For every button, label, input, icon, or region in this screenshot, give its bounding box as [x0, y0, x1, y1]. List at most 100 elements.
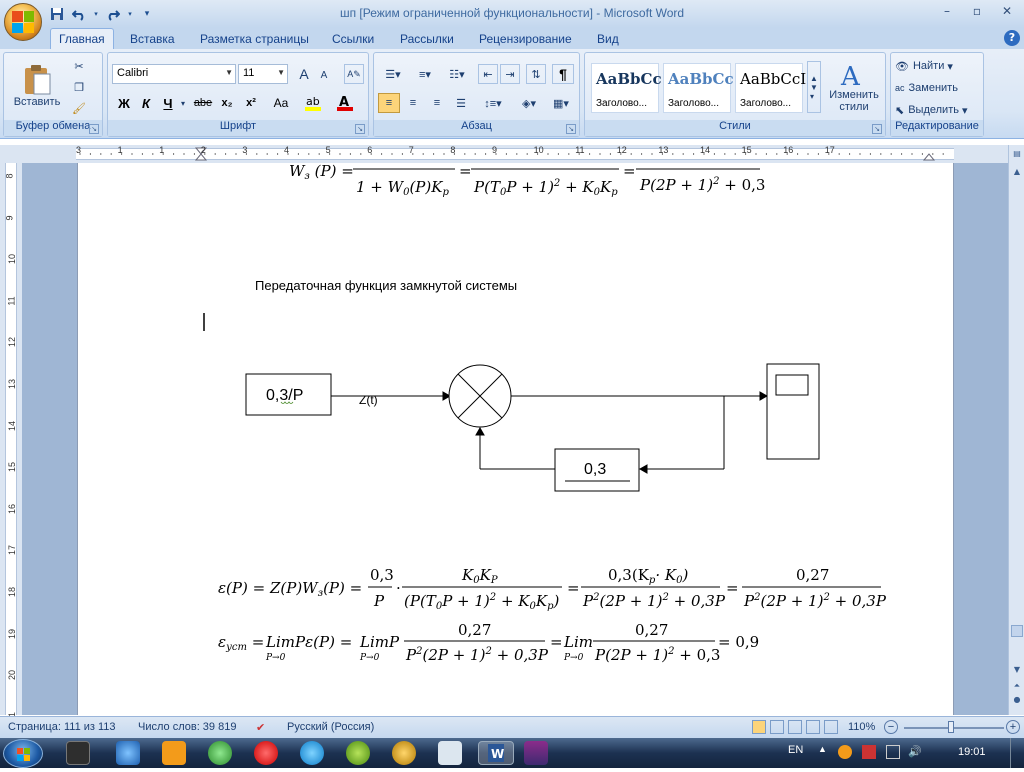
- tab-mailings[interactable]: Рассылки: [392, 30, 462, 49]
- redo-dropdown-icon[interactable]: ▾: [126, 5, 134, 23]
- scroll-up-icon[interactable]: ▲: [1011, 167, 1023, 179]
- restore-icon[interactable]: ▫: [962, 0, 992, 22]
- style-tile-heading1[interactable]: AaBbCc Заголово...: [591, 63, 662, 113]
- undo-icon[interactable]: [70, 5, 88, 23]
- tab-review[interactable]: Рецензирование: [471, 30, 580, 49]
- clear-format-icon[interactable]: A✎: [344, 64, 364, 84]
- vertical-scrollbar[interactable]: ▤ ▲ ▼ ⏶ ●: [1008, 145, 1024, 715]
- save-icon[interactable]: [48, 5, 66, 23]
- minimize-icon[interactable]: –: [932, 0, 962, 22]
- copy-icon[interactable]: ❐: [70, 78, 88, 96]
- ruler-toggle-icon[interactable]: ▤: [1011, 149, 1023, 161]
- font-name-select[interactable]: Calibri ▼: [112, 64, 236, 84]
- horizontal-ruler[interactable]: 3 1 1 2 3 4 5 6 7 8 9 10 11 12 13 14 15 16 17: [0, 145, 1024, 163]
- customize-qat-icon[interactable]: ▾: [138, 5, 156, 23]
- italic-button[interactable]: К: [136, 93, 156, 113]
- opera-icon[interactable]: [254, 741, 278, 765]
- page-count[interactable]: Страница: 111 из 113: [8, 721, 116, 733]
- replace-button[interactable]: ac Заменить: [895, 79, 981, 97]
- skype-icon[interactable]: [300, 741, 324, 765]
- select-browse-object-icon[interactable]: ●: [1011, 695, 1023, 707]
- calculator-icon[interactable]: [438, 741, 462, 765]
- word-taskbar-icon[interactable]: W: [478, 741, 514, 765]
- full-screen-reading-icon[interactable]: [770, 720, 784, 734]
- tray-app-icon[interactable]: [838, 745, 852, 759]
- language-indicator[interactable]: EN: [788, 744, 803, 756]
- zoom-out-icon[interactable]: −: [884, 720, 898, 734]
- media-player-icon[interactable]: [162, 741, 186, 765]
- highlight-icon[interactable]: ab: [302, 91, 324, 113]
- increase-indent-icon[interactable]: ⇥: [500, 64, 520, 84]
- tab-home[interactable]: Главная: [50, 28, 114, 49]
- network-icon[interactable]: [886, 745, 900, 759]
- align-left-icon[interactable]: ≡: [378, 93, 400, 113]
- superscript-button[interactable]: x²: [240, 93, 262, 113]
- strikethrough-button[interactable]: abe: [192, 93, 214, 113]
- zoom-slider-thumb[interactable]: [948, 721, 954, 733]
- volume-icon[interactable]: 🔊: [908, 745, 922, 759]
- tab-view[interactable]: Вид: [589, 30, 627, 49]
- tab-references[interactable]: Ссылки: [324, 30, 382, 49]
- tray-flag-icon[interactable]: [862, 745, 876, 759]
- zoom-in-icon[interactable]: +: [1006, 720, 1020, 734]
- paste-button[interactable]: Вставить: [14, 57, 60, 115]
- language-status[interactable]: Русский (Россия): [287, 721, 374, 733]
- underline-dropdown-icon[interactable]: ▾: [178, 95, 188, 111]
- select-button[interactable]: ⬉ Выделить ▾: [895, 101, 981, 119]
- decrease-indent-icon[interactable]: ⇤: [478, 64, 498, 84]
- align-center-icon[interactable]: ≡: [402, 93, 424, 113]
- tray-expand-icon[interactable]: ▲: [818, 744, 827, 754]
- zoom-level[interactable]: 110%: [848, 721, 875, 733]
- show-desktop-icon[interactable]: [66, 741, 90, 765]
- tab-page-layout[interactable]: Разметка страницы: [192, 30, 317, 49]
- outline-view-icon[interactable]: [806, 720, 820, 734]
- aimp-icon[interactable]: [392, 741, 416, 765]
- draft-view-icon[interactable]: [824, 720, 838, 734]
- font-launcher-icon[interactable]: ↘: [355, 124, 365, 134]
- help-icon[interactable]: ?: [1004, 30, 1020, 46]
- font-size-select[interactable]: 11 ▼: [238, 64, 288, 84]
- office-button[interactable]: [4, 3, 42, 41]
- show-desktop-button[interactable]: [1010, 738, 1024, 768]
- bold-button[interactable]: Ж: [114, 93, 134, 113]
- clipboard-launcher-icon[interactable]: ↘: [89, 124, 99, 134]
- zoom-slider[interactable]: [904, 727, 1004, 729]
- clock[interactable]: 19:01: [958, 746, 986, 758]
- utorrent-icon[interactable]: [208, 741, 232, 765]
- align-right-icon[interactable]: ≡: [426, 93, 448, 113]
- document-page[interactable]: Wз (P) = 1 + W0(P)Kp = P(T0P + 1)2 + K0K…: [77, 163, 954, 715]
- prev-page-icon[interactable]: ⏶: [1011, 681, 1023, 693]
- internet-explorer-icon[interactable]: [116, 741, 140, 765]
- sort-icon[interactable]: ⇅: [526, 64, 546, 84]
- tab-insert[interactable]: Вставка: [122, 30, 183, 49]
- winrar-icon[interactable]: [524, 741, 548, 765]
- undo-dropdown-icon[interactable]: ▾: [92, 5, 100, 23]
- shading-icon[interactable]: ◈▾: [514, 93, 544, 113]
- cut-icon[interactable]: ✂: [70, 57, 88, 75]
- change-case-button[interactable]: Aa: [266, 93, 296, 113]
- styles-scroll-icon[interactable]: ▲ ▼ ▾: [807, 61, 821, 113]
- redo-icon[interactable]: [104, 5, 122, 23]
- icq-icon[interactable]: [346, 741, 370, 765]
- word-count[interactable]: Число слов: 39 819: [138, 721, 236, 733]
- format-painter-icon[interactable]: 🖌: [70, 99, 88, 117]
- print-layout-view-icon[interactable]: [752, 720, 766, 734]
- styles-launcher-icon[interactable]: ↘: [872, 124, 882, 134]
- change-styles-button[interactable]: A Изменить стили: [825, 57, 883, 117]
- style-tile-heading2[interactable]: AaBbCc Заголово...: [663, 63, 734, 113]
- find-button[interactable]: 👁 Найти ▾: [895, 57, 981, 75]
- justify-icon[interactable]: ☰: [450, 93, 472, 113]
- web-layout-icon[interactable]: [788, 720, 802, 734]
- multilevel-list-icon[interactable]: ☷▾: [442, 64, 472, 84]
- start-button[interactable]: [3, 739, 43, 768]
- scroll-thumb[interactable]: [1011, 625, 1023, 637]
- underline-button[interactable]: Ч: [158, 93, 178, 113]
- bullets-icon[interactable]: ☰▾: [378, 64, 408, 84]
- grow-font-button[interactable]: A: [294, 64, 314, 84]
- proofing-icon[interactable]: ✔: [256, 721, 265, 734]
- line-spacing-icon[interactable]: ↕≡▾: [478, 93, 508, 113]
- scroll-down-icon[interactable]: ▼: [1011, 665, 1023, 677]
- close-icon[interactable]: ✕: [992, 0, 1022, 22]
- numbering-icon[interactable]: ≡▾: [410, 64, 440, 84]
- font-color-icon[interactable]: A: [334, 91, 356, 113]
